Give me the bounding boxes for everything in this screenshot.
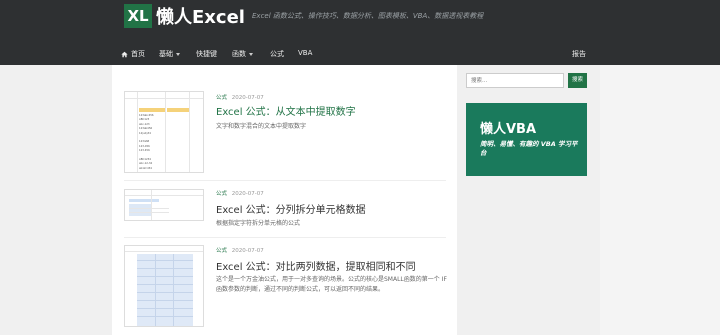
thumbnail-cell: ABC123 xyxy=(139,118,150,122)
chevron-down-icon xyxy=(249,52,253,56)
thumbnail-cell: abc-12-34 xyxy=(139,162,153,166)
post-divider xyxy=(124,180,446,181)
post-meta: 公式 2020-07-07 xyxy=(216,246,264,254)
post-category[interactable]: 公式 xyxy=(216,191,227,197)
post-excerpt: 文字和数字混合的文本中提取数字 xyxy=(216,123,307,130)
search-button[interactable]: 搜索 xyxy=(568,73,587,88)
site-header: XL 懒人Excel Excel 函数公式、操作技巧、数据分析、图表模板、VBA… xyxy=(0,0,720,65)
post-date: 2020-07-07 xyxy=(231,191,264,197)
nav-item-functions[interactable]: 函数 xyxy=(232,49,253,59)
nav-item-home[interactable]: 首页 xyxy=(121,49,145,59)
post-meta: 公式 2020-07-07 xyxy=(216,189,264,197)
thumbnail-cell: 12(ab)34 xyxy=(139,131,151,135)
nav-item-formulas[interactable]: 公式 xyxy=(270,49,284,59)
post-date: 2020-07-07 xyxy=(231,248,264,254)
thumbnail-cell: ab12cd34 xyxy=(139,166,152,170)
nav-label-vba: VBA xyxy=(298,49,313,57)
thumbnail-cell: 123abc456 xyxy=(139,114,154,117)
post-category[interactable]: 公式 xyxy=(216,248,227,254)
nav-item-report[interactable]: 报告 xyxy=(572,49,586,59)
nav-label-report: 报告 xyxy=(572,50,586,58)
post-title[interactable]: Excel 公式：对比两列数据，提取相同和不同 xyxy=(216,258,416,273)
post-list: 123abc456 ABC123 abc-123 123ab456 12(ab)34 12… xyxy=(112,65,457,335)
site-tagline: Excel 函数公式、操作技巧、数据分析、图表模板、VBA、数据透视表教程 xyxy=(252,12,484,20)
nav-label-shortcuts: 快捷键 xyxy=(196,50,217,58)
right-background xyxy=(600,65,720,335)
post-thumbnail[interactable] xyxy=(124,245,204,327)
nav-label-basics: 基础 xyxy=(159,50,173,58)
thumbnail-cell: abc-123 xyxy=(139,122,150,126)
post-category[interactable]: 公式 xyxy=(216,95,227,101)
post-thumbnail[interactable]: 123abc456 ABC123 abc-123 123ab456 12(ab)34 12… xyxy=(124,91,204,173)
home-icon xyxy=(121,51,128,57)
post-title[interactable]: Excel 公式：从文本中提取数字 xyxy=(216,103,356,118)
thumbnail-cell: ABC1234 xyxy=(139,158,151,161)
logo-text: 懒人Excel xyxy=(156,7,245,28)
thumbnail-cell: 123ab456 xyxy=(139,127,153,131)
thumbnail-cell: 123-456 xyxy=(139,144,150,148)
promo-subtitle: 简明、易懂、有趣的 VBA 学习平台 xyxy=(480,140,578,157)
logo-badge: XL xyxy=(124,4,152,28)
nav-label-functions: 函数 xyxy=(232,50,246,58)
post-date: 2020-07-07 xyxy=(231,95,264,101)
post-title[interactable]: Excel 公式：分列拆分单元格数据 xyxy=(216,201,366,216)
nav-item-vba[interactable]: VBA xyxy=(298,49,312,57)
post-excerpt: 根据指定字符拆分单元格的公式 xyxy=(216,220,301,227)
chevron-down-icon xyxy=(176,52,180,56)
nav-label-formulas: 公式 xyxy=(270,50,284,58)
nav-item-basics[interactable]: 基础 xyxy=(159,49,180,59)
post-excerpt: 这个是一个万金油公式，用于一对多查询的场景。公式的核心是SMALL函数的第一个 … xyxy=(216,276,447,293)
nav-label-home: 首页 xyxy=(131,50,145,58)
site-logo[interactable]: XL 懒人Excel xyxy=(124,3,245,29)
post-divider xyxy=(124,237,446,238)
post-thumbnail[interactable] xyxy=(124,189,204,221)
promo-title: 懒人VBA xyxy=(480,122,537,137)
vba-promo-banner[interactable]: 懒人VBA 简明、易懂、有趣的 VBA 学习平台 xyxy=(466,103,587,176)
thumbnail-cell: 123.456 xyxy=(139,149,150,153)
nav-item-shortcuts[interactable]: 快捷键 xyxy=(196,49,217,59)
main-nav: 首页 基础 快捷键 函数 公式 VBA 报告 xyxy=(0,45,720,65)
post-meta: 公式 2020-07-07 xyxy=(216,93,264,101)
search-input[interactable] xyxy=(466,73,564,88)
thumbnail-cell: 1234AB xyxy=(139,140,150,144)
